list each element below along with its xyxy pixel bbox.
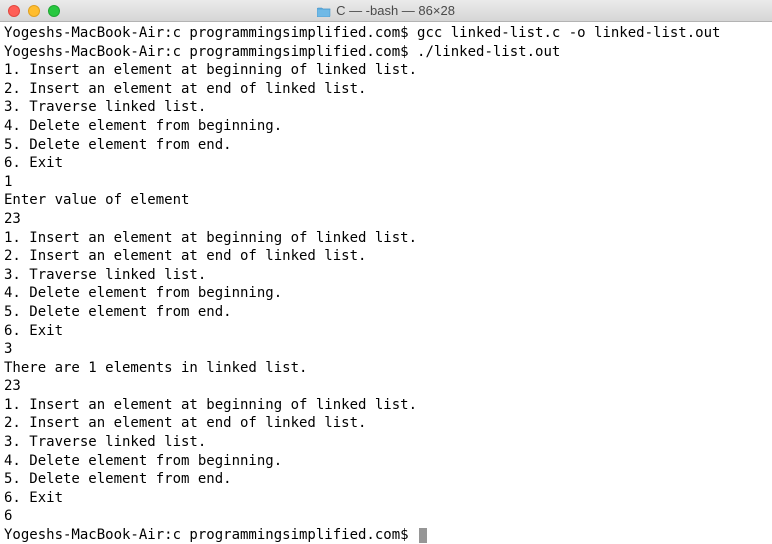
prompt: Yogeshs-MacBook-Air:c programmingsimplif… <box>4 44 409 60</box>
menu-line: 3. Traverse linked list. <box>4 267 206 283</box>
terminal-content[interactable]: Yogeshs-MacBook-Air:c programmingsimplif… <box>0 22 772 544</box>
menu-line: 1. Insert an element at beginning of lin… <box>4 62 417 78</box>
command-run: ./linked-list.out <box>417 44 560 60</box>
menu-line: 5. Delete element from end. <box>4 137 232 153</box>
menu-line: 4. Delete element from beginning. <box>4 285 282 301</box>
minimize-icon[interactable] <box>28 5 40 17</box>
menu-line: 2. Insert an element at end of linked li… <box>4 81 366 97</box>
maximize-icon[interactable] <box>48 5 60 17</box>
command-compile: gcc linked-list.c -o linked-list.out <box>417 25 720 41</box>
menu-line: 4. Delete element from beginning. <box>4 453 282 469</box>
menu-line: 6. Exit <box>4 323 63 339</box>
window-title: C — -bash — 86×28 <box>0 3 772 18</box>
menu-line: 6. Exit <box>4 490 63 506</box>
close-icon[interactable] <box>8 5 20 17</box>
output-line: 23 <box>4 378 21 394</box>
prompt-text: Enter value of element <box>4 192 189 208</box>
menu-line: 3. Traverse linked list. <box>4 99 206 115</box>
menu-line: 4. Delete element from beginning. <box>4 118 282 134</box>
cursor-icon <box>419 528 427 543</box>
folder-icon <box>317 5 331 16</box>
user-input: 1 <box>4 174 12 190</box>
user-input: 3 <box>4 341 12 357</box>
menu-line: 1. Insert an element at beginning of lin… <box>4 397 417 413</box>
prompt: Yogeshs-MacBook-Air:c programmingsimplif… <box>4 527 409 543</box>
menu-line: 3. Traverse linked list. <box>4 434 206 450</box>
menu-line: 5. Delete element from end. <box>4 471 232 487</box>
window-title-text: C — -bash — 86×28 <box>336 3 455 18</box>
menu-line: 6. Exit <box>4 155 63 171</box>
traffic-lights <box>0 5 60 17</box>
titlebar: C — -bash — 86×28 <box>0 0 772 22</box>
menu-line: 1. Insert an element at beginning of lin… <box>4 230 417 246</box>
menu-line: 2. Insert an element at end of linked li… <box>4 415 366 431</box>
output-line: There are 1 elements in linked list. <box>4 360 307 376</box>
prompt: Yogeshs-MacBook-Air:c programmingsimplif… <box>4 25 409 41</box>
user-input: 23 <box>4 211 21 227</box>
user-input: 6 <box>4 508 12 524</box>
menu-line: 2. Insert an element at end of linked li… <box>4 248 366 264</box>
menu-line: 5. Delete element from end. <box>4 304 232 320</box>
